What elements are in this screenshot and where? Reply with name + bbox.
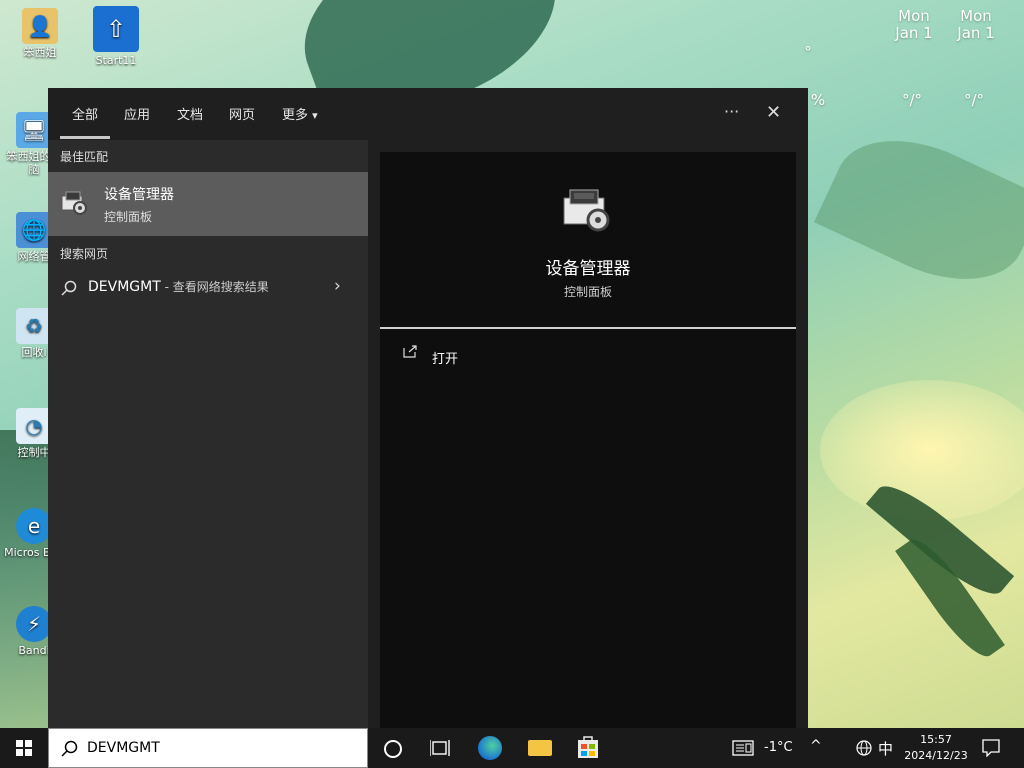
computer-icon: 🖥	[16, 112, 52, 148]
detail-subtitle: 控制面板	[563, 285, 612, 299]
search-input[interactable]	[87, 738, 347, 758]
cortana-icon[interactable]	[384, 740, 402, 758]
best-match-item[interactable]: 设备管理器 控制面板	[48, 172, 368, 236]
control-panel-icon: ◔	[16, 408, 52, 444]
best-match-sub: 控制面板	[104, 210, 153, 224]
edge-icon: e	[16, 508, 52, 544]
tab-web[interactable]: 网页	[229, 104, 255, 123]
device-manager-icon	[61, 191, 87, 215]
chevron-right-icon[interactable]: ›	[334, 276, 341, 296]
active-tab-indicator	[60, 136, 110, 139]
desktop-icon-start11[interactable]: ⇧ Start11	[86, 6, 146, 67]
best-match-header: 最佳匹配	[60, 150, 109, 164]
search-icon	[61, 280, 77, 296]
search-icon	[61, 740, 78, 757]
start11-icon: ⇧	[93, 6, 139, 52]
weather-day-1: Mon Jan 1	[895, 7, 933, 42]
search-menu: 最佳匹配 设备管理器 控制面板 搜索网页 DEVMGMT - 查看网络搜索结果 …	[48, 88, 808, 728]
weather-day-2: Mon Jan 1	[957, 7, 995, 42]
tab-all[interactable]: 全部	[72, 104, 98, 123]
filter-tabs: 全部 应用 文档 网页 更多 ▾ ··· ✕	[48, 88, 808, 140]
open-icon	[403, 345, 417, 358]
detail-divider	[380, 327, 796, 329]
results-pane: 最佳匹配 设备管理器 控制面板 搜索网页 DEVMGMT - 查看网络搜索结果 …	[48, 88, 368, 728]
web-query: DEVMGMT - 查看网络搜索结果	[88, 279, 269, 295]
weather-temp-1: °/°	[901, 91, 923, 109]
tab-apps[interactable]: 应用	[124, 104, 150, 123]
weather-taskbar-icon[interactable]	[732, 740, 754, 756]
file-explorer-icon[interactable]	[528, 740, 552, 756]
desktop-icon-user-folder[interactable]: 👤 笨西姐	[10, 8, 70, 59]
taskbar-clock[interactable]: 15:57 2024/12/23	[896, 732, 976, 764]
ime-indicator[interactable]: 中	[878, 738, 893, 759]
store-icon[interactable]	[576, 734, 600, 760]
chevron-down-icon: ▾	[312, 109, 318, 122]
edge-icon[interactable]	[478, 736, 502, 760]
weather-humidity: %	[810, 91, 826, 109]
best-match-name: 设备管理器	[104, 187, 174, 203]
weather-degree-mark: °	[804, 43, 812, 61]
detail-pane: 设备管理器 控制面板 打开	[380, 152, 796, 728]
recycle-bin-icon: ♻	[16, 308, 52, 344]
windows-start-icon[interactable]	[16, 740, 32, 756]
close-button[interactable]: ✕	[766, 102, 781, 123]
user-folder-icon: 👤	[22, 8, 58, 44]
taskbar-temperature[interactable]: -1°C	[764, 740, 793, 755]
wallpaper-glow	[820, 380, 1024, 520]
web-search-item[interactable]: DEVMGMT - 查看网络搜索结果 ›	[48, 270, 368, 304]
device-manager-icon	[563, 189, 610, 232]
more-options-button[interactable]: ···	[724, 102, 739, 121]
globe-icon[interactable]	[856, 740, 872, 756]
tab-documents[interactable]: 文档	[177, 104, 203, 123]
tab-more[interactable]: 更多 ▾	[282, 104, 318, 123]
task-view-icon[interactable]	[430, 739, 450, 757]
notification-icon[interactable]	[982, 739, 1000, 757]
taskbar-search-box[interactable]	[48, 728, 368, 768]
bandizip-icon: ⚡	[16, 606, 52, 642]
wallpaper-leaf	[814, 113, 1024, 307]
network-icon: 🌐	[16, 212, 52, 248]
detail-title: 设备管理器	[545, 259, 631, 279]
weather-temp-2: °/°	[963, 91, 985, 109]
taskbar: -1°C ^ 中 15:57 2024/12/23	[0, 728, 1024, 768]
tray-overflow-chevron-icon[interactable]: ^	[810, 738, 822, 754]
search-web-header: 搜索网页	[60, 247, 109, 261]
